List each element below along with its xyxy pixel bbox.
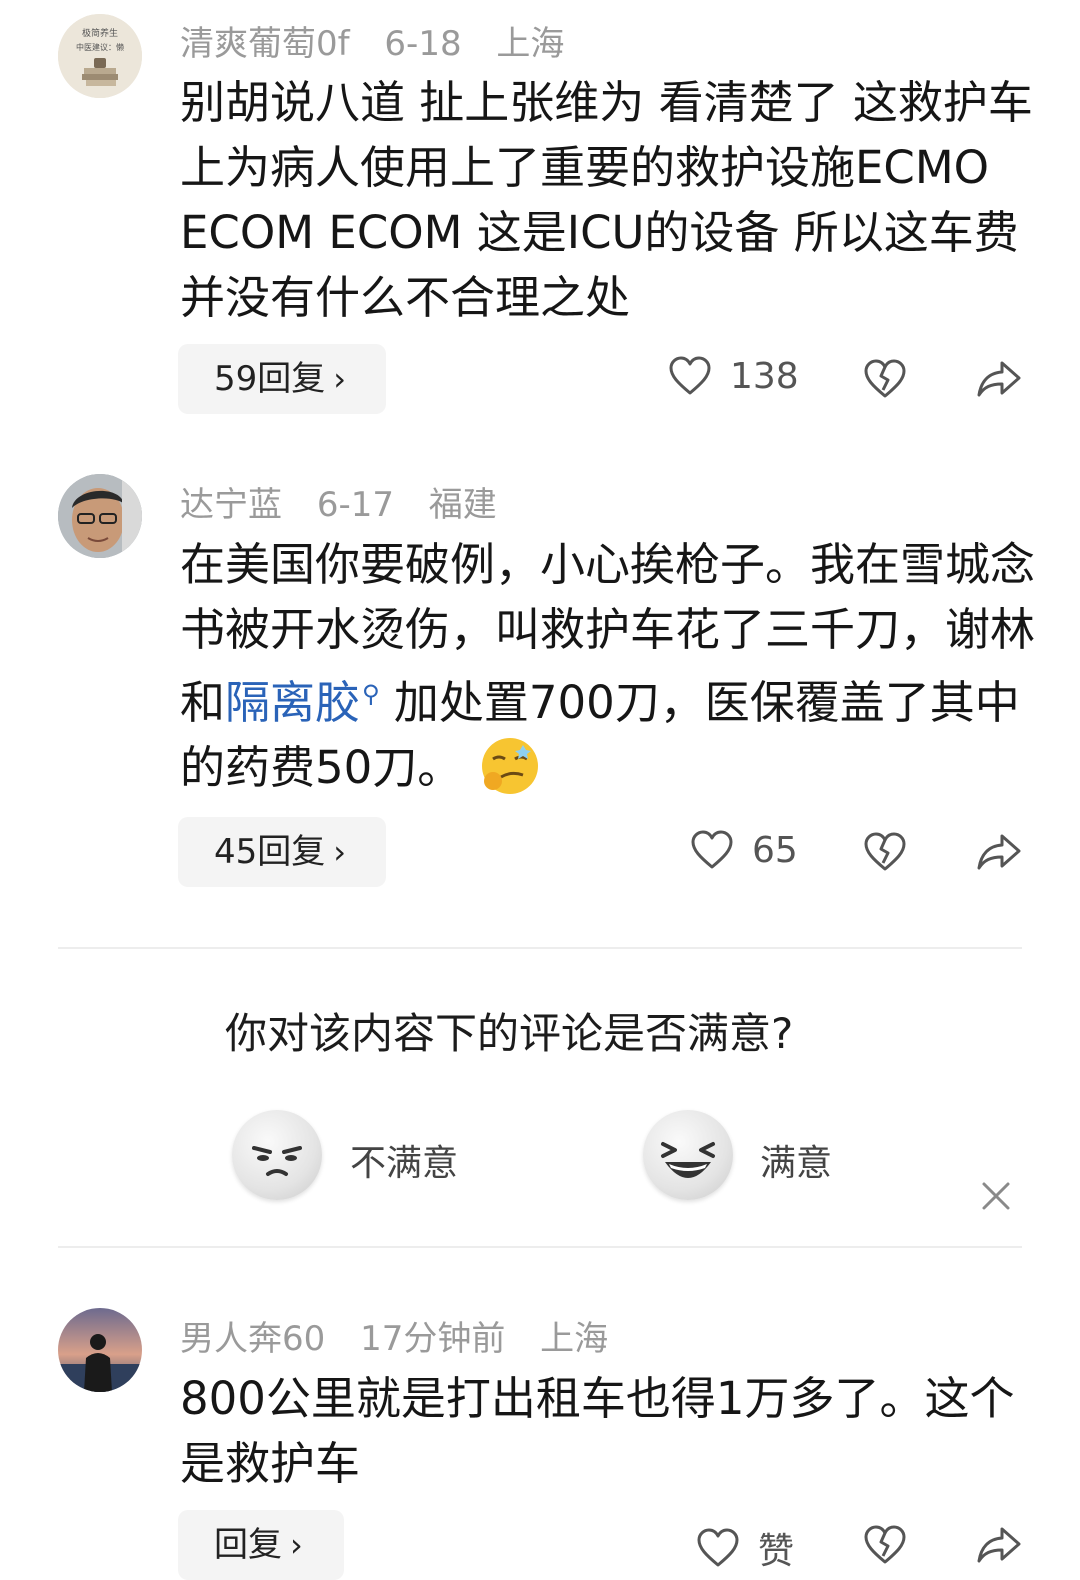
search-icon[interactable]: ⚲ — [362, 680, 380, 708]
comment-location: 上海 — [540, 1319, 609, 1359]
comment-text: 别胡说八道 扯上张维为 看清楚了 这救护车上为病人使用上了重要的救护设施ECMO… — [180, 76, 1033, 324]
like-button[interactable]: 65 — [690, 829, 798, 871]
comment-date: 17分钟前 — [360, 1319, 506, 1359]
comment-text: 800公里就是打出租车也得1万多了。这个是救护车 — [180, 1372, 1015, 1490]
share-icon[interactable] — [976, 1524, 1022, 1566]
heart-icon — [697, 1528, 739, 1567]
like-button[interactable]: 138 — [668, 355, 799, 397]
smirk-emoji-icon — [481, 738, 538, 794]
avatar-image: 极简养生 中医建议：懒 — [58, 14, 142, 98]
survey-question: 你对该内容下的评论是否满意? — [225, 1009, 794, 1058]
username[interactable]: 清爽葡萄0f — [180, 24, 350, 64]
search-link[interactable]: 隔离胶 — [225, 676, 360, 729]
comment-meta: 达宁蓝 6-17 福建 — [180, 477, 521, 526]
replies-label: 45回复 — [214, 832, 326, 872]
share-icon[interactable] — [976, 358, 1022, 400]
username[interactable]: 男人奔60 — [180, 1319, 325, 1359]
satisfied-label: 满意 — [760, 1143, 833, 1184]
avatar[interactable] — [58, 1308, 142, 1392]
divider — [58, 947, 1022, 949]
avatar-image — [58, 474, 142, 558]
comment-meta: 男人奔60 17分钟前 上海 — [180, 1311, 632, 1360]
avatar-text-2: 中医建议：懒 — [76, 42, 124, 52]
like-count: 138 — [730, 355, 799, 397]
replies-button[interactable]: 回复 › — [178, 1510, 344, 1580]
dissatisfied-label: 不满意 — [350, 1143, 459, 1184]
close-icon[interactable] — [978, 1178, 1014, 1214]
chevron-right-icon: › — [333, 833, 347, 871]
username[interactable]: 达宁蓝 — [180, 485, 282, 525]
heart-icon — [669, 356, 711, 395]
like-button[interactable]: 赞 — [696, 1522, 794, 1574]
laughing-face-icon — [643, 1110, 733, 1200]
avatar[interactable]: 极简养生 中医建议：懒 — [58, 14, 142, 98]
comment-date: 6-17 — [316, 485, 394, 525]
chevron-right-icon: › — [333, 360, 347, 398]
divider — [58, 1246, 1022, 1248]
replies-button[interactable]: 45回复 › — [178, 817, 386, 887]
comment-date: 6-18 — [384, 24, 462, 64]
replies-label: 59回复 — [214, 359, 326, 399]
avatar-image — [58, 1308, 142, 1392]
dislike-heart-icon[interactable] — [863, 831, 907, 873]
comment-text: 在美国你要破例，小心挨枪子。我在雪城念书被开水烫伤，叫救护车花了三千刀，谢林和隔… — [180, 532, 1040, 800]
like-count: 65 — [752, 829, 798, 871]
dislike-heart-icon[interactable] — [863, 358, 907, 400]
chevron-right-icon: › — [290, 1526, 303, 1564]
replies-label: 回复 — [214, 1525, 282, 1565]
comment-meta: 清爽葡萄0f 6-18 上海 — [180, 16, 588, 65]
comment-location: 福建 — [428, 485, 497, 525]
heart-icon — [691, 830, 733, 869]
dislike-heart-icon[interactable] — [863, 1524, 907, 1566]
avatar-text-1: 极简养生 — [82, 27, 118, 39]
like-count: 赞 — [758, 1531, 795, 1572]
comment-location: 上海 — [496, 24, 565, 64]
share-icon[interactable] — [976, 831, 1022, 873]
avatar[interactable] — [58, 474, 142, 558]
replies-button[interactable]: 59回复 › — [178, 344, 386, 414]
unamused-face-icon — [232, 1110, 322, 1200]
